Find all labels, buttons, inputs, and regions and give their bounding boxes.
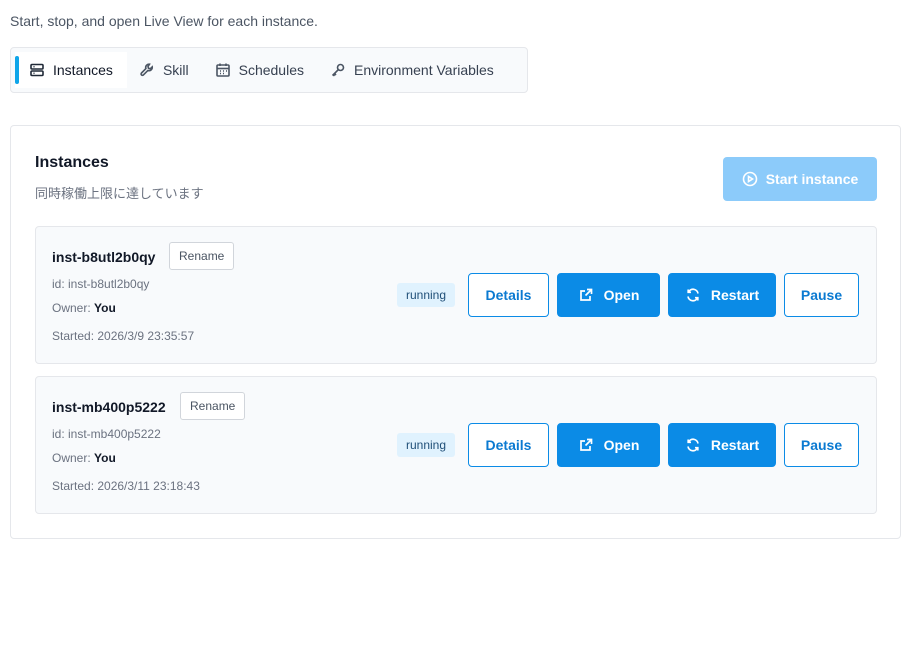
tab-label: Skill bbox=[162, 62, 189, 78]
owner-value: You bbox=[94, 451, 116, 465]
instances-panel: Instances 同時稼働上限に達しています Start instance i… bbox=[10, 125, 901, 539]
instance-started: Started: 2026/3/9 23:35:57 bbox=[52, 329, 195, 343]
instance-id: id: inst-b8utl2b0qy bbox=[52, 277, 150, 291]
tab-label: Environment Variables bbox=[354, 62, 494, 78]
pause-button[interactable]: Pause bbox=[784, 423, 859, 467]
page-subtitle: Start, stop, and open Live View for each… bbox=[10, 13, 318, 29]
status-badge: running bbox=[397, 283, 456, 307]
pause-button[interactable]: Pause bbox=[784, 273, 859, 317]
owner-value: You bbox=[94, 301, 116, 315]
tab-schedules[interactable]: Schedules bbox=[203, 52, 318, 88]
tab-instances[interactable]: Instances bbox=[15, 52, 127, 88]
key-icon bbox=[331, 63, 345, 77]
open-label: Open bbox=[603, 437, 640, 453]
instance-started: Started: 2026/3/11 23:18:43 bbox=[52, 479, 200, 493]
wrench-icon bbox=[140, 63, 153, 77]
tab-skill[interactable]: Skill bbox=[127, 52, 203, 88]
tab-bar: Instances Skill Schedules Environment Va… bbox=[10, 47, 528, 93]
play-circle-icon bbox=[742, 171, 758, 187]
calendar-icon bbox=[215, 63, 230, 77]
rename-button[interactable]: Rename bbox=[169, 242, 235, 270]
restart-button[interactable]: Restart bbox=[668, 273, 776, 317]
refresh-icon bbox=[687, 438, 699, 452]
rename-button[interactable]: Rename bbox=[180, 392, 246, 420]
instance-name: inst-b8utl2b0qy bbox=[52, 249, 156, 265]
tab-label: Schedules bbox=[238, 62, 304, 78]
open-button[interactable]: Open bbox=[557, 273, 660, 317]
panel-title: Instances bbox=[35, 154, 109, 171]
capacity-notice: 同時稼働上限に達しています bbox=[35, 186, 204, 201]
owner-label: Owner: bbox=[52, 301, 95, 315]
start-instance-button[interactable]: Start instance bbox=[723, 157, 877, 201]
refresh-icon bbox=[687, 288, 699, 302]
restart-button[interactable]: Restart bbox=[668, 423, 776, 467]
open-label: Open bbox=[603, 287, 640, 303]
owner-label: Owner: bbox=[52, 451, 95, 465]
status-badge: running bbox=[397, 433, 456, 457]
instance-id: id: inst-mb400p5222 bbox=[52, 427, 161, 441]
tab-environment-variables[interactable]: Environment Variables bbox=[318, 52, 508, 88]
external-link-icon bbox=[579, 438, 592, 451]
instance-name: inst-mb400p5222 bbox=[52, 399, 166, 415]
instance-owner: Owner: You bbox=[52, 301, 116, 315]
details-button[interactable]: Details bbox=[468, 273, 549, 317]
instance-owner: Owner: You bbox=[52, 451, 116, 465]
restart-label: Restart bbox=[710, 437, 760, 453]
details-button[interactable]: Details bbox=[468, 423, 549, 467]
restart-label: Restart bbox=[710, 287, 760, 303]
instance-card: inst-b8utl2b0qy Rename id: inst-b8utl2b0… bbox=[35, 226, 877, 364]
tab-label: Instances bbox=[53, 62, 113, 78]
server-icon bbox=[30, 63, 44, 77]
instance-card: inst-mb400p5222 Rename id: inst-mb400p52… bbox=[35, 376, 877, 514]
start-instance-label: Start instance bbox=[765, 171, 859, 187]
external-link-icon bbox=[579, 288, 592, 301]
open-button[interactable]: Open bbox=[557, 423, 660, 467]
